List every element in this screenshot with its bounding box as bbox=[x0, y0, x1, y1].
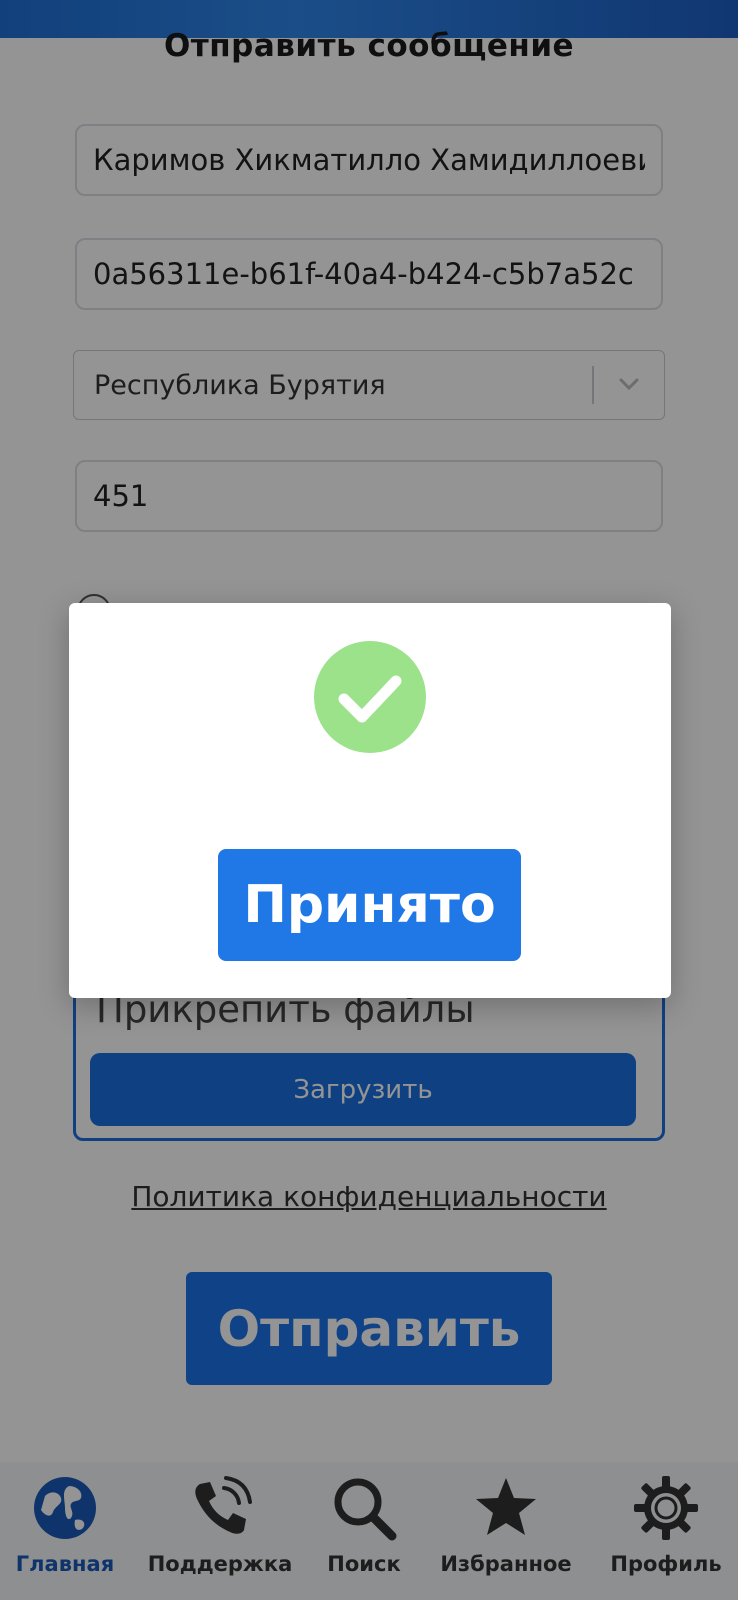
success-dialog: Принято bbox=[69, 603, 671, 998]
accept-button[interactable]: Принято bbox=[218, 849, 521, 961]
success-check-icon bbox=[314, 641, 426, 753]
